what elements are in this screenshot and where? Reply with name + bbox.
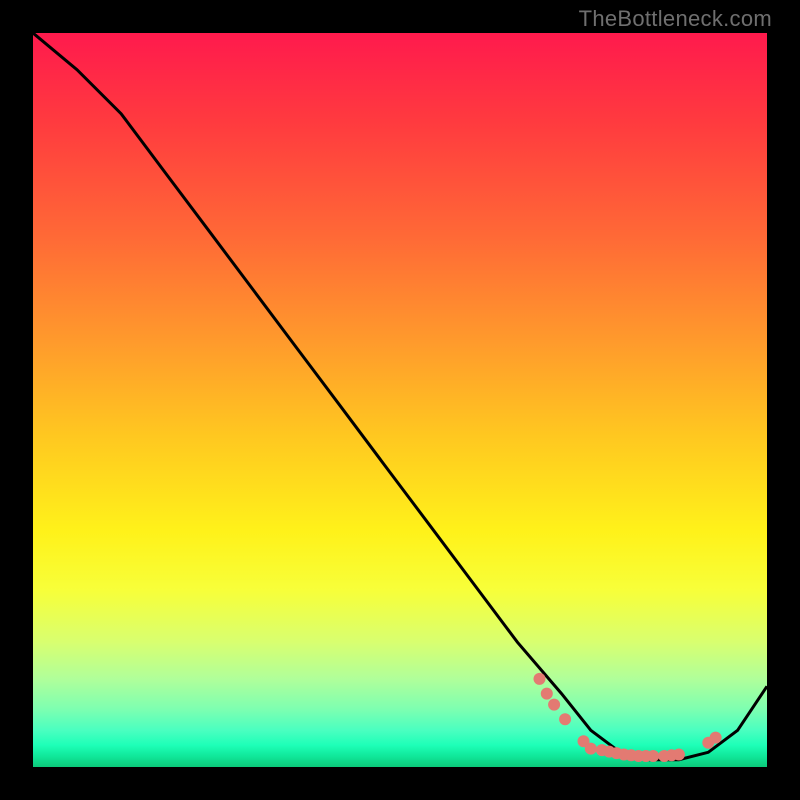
data-marker bbox=[647, 750, 659, 762]
data-marker bbox=[673, 749, 685, 761]
data-marker bbox=[559, 713, 571, 725]
data-marker bbox=[585, 743, 597, 755]
data-marker bbox=[534, 673, 546, 685]
data-marker bbox=[541, 688, 553, 700]
data-marker bbox=[710, 732, 722, 744]
bottleneck-curve-line bbox=[33, 33, 767, 760]
watermark-text: TheBottleneck.com bbox=[579, 6, 772, 32]
data-markers bbox=[534, 673, 722, 762]
data-marker bbox=[548, 699, 560, 711]
plot-area bbox=[33, 33, 767, 767]
chart-svg bbox=[33, 33, 767, 767]
chart-stage: TheBottleneck.com bbox=[0, 0, 800, 800]
